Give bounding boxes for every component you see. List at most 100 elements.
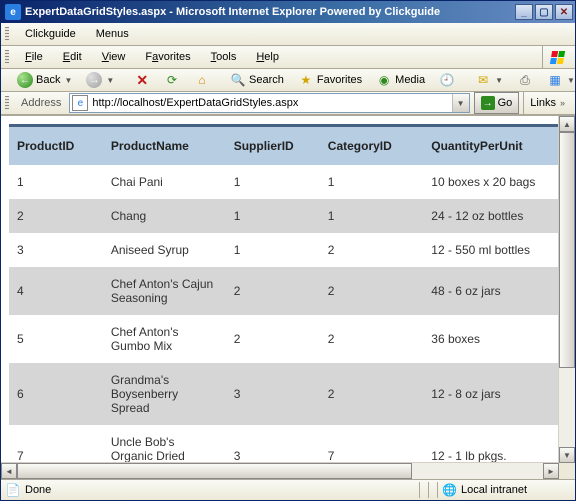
go-icon: → (481, 96, 495, 110)
scroll-track[interactable] (17, 463, 543, 479)
scroll-right-button[interactable]: ► (543, 463, 559, 479)
menu-tools[interactable]: Tools (203, 49, 245, 65)
col-qty: QuantityPerUnit (423, 126, 559, 166)
favorites-button[interactable]: ★ Favorites (292, 69, 368, 91)
menu-help[interactable]: Help (248, 49, 287, 65)
forward-icon: → (86, 72, 102, 88)
menu-file[interactable]: File (17, 49, 51, 65)
table-cell: 3 (226, 425, 320, 463)
window-title: ExpertDataGridStyles.aspx - Microsoft In… (25, 6, 513, 18)
history-button[interactable]: 🕘 (433, 69, 461, 91)
go-button[interactable]: → Go (474, 92, 520, 114)
table-cell: 4 (9, 267, 103, 315)
table-cell: Uncle Bob's Organic Dried Pears (103, 425, 226, 463)
scroll-thumb[interactable] (17, 463, 412, 479)
scroll-corner (559, 463, 575, 479)
menu-view[interactable]: View (94, 49, 134, 65)
table-row: 7Uncle Bob's Organic Dried Pears3712 - 1… (9, 425, 559, 463)
url-input[interactable] (88, 94, 451, 112)
app-window: e ExpertDataGridStyles.aspx - Microsoft … (0, 0, 576, 501)
caption-toolbar: Clickguide Menus (1, 23, 575, 46)
caption-item-menus[interactable]: Menus (88, 26, 137, 42)
media-button[interactable]: ◉ Media (370, 69, 431, 91)
table-cell: 5 (9, 315, 103, 363)
table-cell: 2 (226, 267, 320, 315)
zone-text: Local intranet (461, 484, 571, 496)
home-icon: ⌂ (194, 72, 210, 88)
scroll-thumb[interactable] (559, 132, 575, 368)
table-cell: Chef Anton's Gumbo Mix (103, 315, 226, 363)
scroll-track[interactable] (559, 132, 575, 447)
refresh-button[interactable]: ⟳ (158, 69, 186, 91)
table-cell: 1 (226, 233, 320, 267)
col-supplierid: SupplierID (226, 126, 320, 166)
menu-bar: File Edit View Favorites Tools Help (1, 46, 575, 69)
caption-item-clickguide[interactable]: Clickguide (17, 26, 84, 42)
table-cell: 12 - 1 lb pkgs. (423, 425, 559, 463)
scroll-left-button[interactable]: ◄ (1, 463, 17, 479)
table-cell: 1 (320, 199, 423, 233)
url-field[interactable]: e ▼ (69, 93, 469, 113)
table-row: 3Aniseed Syrup1212 - 550 ml bottles10.00… (9, 233, 559, 267)
search-button[interactable]: 🔍 Search (224, 69, 290, 91)
scroll-up-button[interactable]: ▲ (559, 116, 575, 132)
zone-icon: 🌐 (442, 483, 457, 497)
horizontal-scrollbar[interactable]: ◄ ► (1, 462, 559, 479)
table-row: 6Grandma's Boysenberry Spread3212 - 8 oz… (9, 363, 559, 425)
table-cell: Chang (103, 199, 226, 233)
back-icon: ← (17, 72, 33, 88)
edit-icon: ▦ (547, 72, 563, 88)
table-row: 5Chef Anton's Gumbo Mix2236 boxes21.3500 (9, 315, 559, 363)
status-bar: 📄 Done 🌐 Local intranet (1, 479, 575, 500)
minimize-button[interactable]: _ (515, 4, 533, 20)
print-button[interactable]: ⎙ (511, 69, 539, 91)
table-cell: 2 (320, 315, 423, 363)
table-cell: 7 (320, 425, 423, 463)
maximize-button[interactable]: ▢ (535, 4, 553, 20)
print-icon: ⎙ (517, 72, 533, 88)
star-icon: ★ (298, 72, 314, 88)
close-button[interactable]: ✕ (555, 4, 573, 20)
table-cell: 2 (320, 267, 423, 315)
throbber-icon (542, 46, 571, 68)
refresh-icon: ⟳ (164, 72, 180, 88)
page-viewport[interactable]: ProductID ProductName SupplierID Categor… (1, 116, 559, 463)
table-cell: 1 (226, 199, 320, 233)
table-cell: 2 (320, 233, 423, 267)
table-cell: Chai Pani (103, 165, 226, 199)
edit-doc-button[interactable]: ▦▼ (541, 69, 576, 91)
media-icon: ◉ (376, 72, 392, 88)
menu-edit[interactable]: Edit (55, 49, 90, 65)
grip-icon (5, 50, 9, 64)
grip-icon (5, 27, 9, 41)
col-productid: ProductID (9, 126, 103, 166)
table-cell: 36 boxes (423, 315, 559, 363)
table-cell: 6 (9, 363, 103, 425)
status-text: Done (25, 484, 51, 496)
data-grid: ProductID ProductName SupplierID Categor… (9, 124, 559, 463)
forward-button[interactable]: → ▼ (80, 69, 120, 91)
mail-icon: ✉ (475, 72, 491, 88)
table-cell: 3 (226, 363, 320, 425)
table-cell: 2 (226, 315, 320, 363)
vertical-scrollbar[interactable]: ▲ ▼ (558, 116, 575, 463)
links-pane[interactable]: Links » (523, 92, 571, 114)
table-cell: 2 (320, 363, 423, 425)
table-cell: 1 (9, 165, 103, 199)
page-icon: e (72, 95, 88, 111)
address-bar: Address e ▼ → Go Links » (1, 92, 575, 115)
grip-icon (5, 96, 9, 110)
menu-favorites[interactable]: Favorites (137, 49, 198, 65)
home-button[interactable]: ⌂ (188, 69, 216, 91)
page-icon: 📄 (5, 482, 21, 498)
stop-button[interactable]: ✕ (128, 69, 156, 91)
back-button[interactable]: ← Back ▼ (11, 69, 78, 91)
table-cell: 1 (320, 165, 423, 199)
title-bar: e ExpertDataGridStyles.aspx - Microsoft … (1, 1, 575, 23)
mail-button[interactable]: ✉▼ (469, 69, 509, 91)
url-dropdown-button[interactable]: ▼ (452, 94, 469, 112)
history-icon: 🕘 (439, 72, 455, 88)
scroll-down-button[interactable]: ▼ (559, 447, 575, 463)
table-cell: Chef Anton's Cajun Seasoning (103, 267, 226, 315)
table-cell: 48 - 6 oz jars (423, 267, 559, 315)
